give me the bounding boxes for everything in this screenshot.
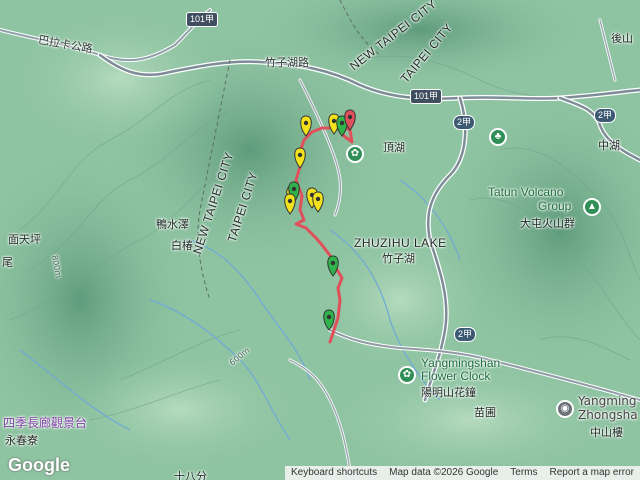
place-label-miantianping: 面天坪 [8, 233, 41, 246]
flag-marker-icon[interactable] [327, 255, 339, 277]
place-label-zhuzihu-lake-en: ZHUZIHU LAKE [354, 236, 447, 250]
poi-label-zhongshan-zh: 中山樓 [590, 426, 623, 439]
poi-label-tatun-en-2[interactable]: Group [538, 199, 571, 213]
road-label-zhuzihu: 竹子湖路 [265, 56, 309, 69]
place-label-yongchunliao: 永春寮 [5, 434, 38, 447]
marker-dot [326, 314, 332, 320]
map-data-attribution: Map data ©2026 Google [389, 467, 499, 478]
waypoint-marker-icon[interactable] [312, 191, 324, 213]
marker-dot [330, 260, 336, 266]
poi-label-zhongshan-en-1[interactable]: Yangming [578, 394, 637, 408]
poi-label-tatun-en-1[interactable]: Tatun Volcano [488, 185, 563, 199]
marker-dot [339, 120, 345, 126]
road-shield-2a-3: 2甲 [454, 327, 477, 342]
poi-label-flower-clock-zh: 陽明山花鐘 [421, 386, 476, 399]
markers-layer [284, 109, 356, 331]
map-footer: Keyboard shortcuts Map data ©2026 Google… [284, 466, 640, 480]
marker-dot [287, 198, 293, 204]
place-label-siji-pavilion[interactable]: 四季長廊觀景台 [3, 414, 87, 431]
marker-dot [331, 118, 337, 124]
road-shield-2a-2: 2甲 [594, 108, 617, 123]
road-shield-101a-mid: 101甲 [410, 89, 443, 104]
mountain-icon-tatun[interactable]: ▲ [583, 198, 601, 216]
keyboard-shortcuts-link[interactable]: Keyboard shortcuts [285, 466, 383, 480]
poi-label-tatun-zh: 大屯火山群 [520, 217, 575, 230]
terms-link[interactable]: Terms [504, 466, 543, 480]
place-label-miaopu: 苗圃 [474, 406, 496, 419]
landmark-icon-zhongshan[interactable]: ◉ [556, 400, 574, 418]
flag-marker-icon[interactable] [323, 309, 335, 331]
road-shield-2a-1: 2甲 [453, 115, 476, 130]
place-label-dinghu: 頂湖 [383, 141, 405, 154]
marker-dot [315, 196, 321, 202]
flower-icon-flower-clock[interactable]: ✿ [398, 366, 416, 384]
waypoint-marker-icon[interactable] [300, 115, 312, 137]
map-canvas[interactable]: 101甲 101甲 2甲 2甲 2甲 巴拉卡公路 竹子湖路 NEW TAIPEI… [0, 0, 640, 480]
poi-label-zhongshan-en-2[interactable]: Zhongsha [578, 408, 638, 422]
place-label-houshan: 後山 [611, 32, 633, 45]
place-label-yazize: 鴨水澤 [156, 218, 189, 231]
waypoint-marker-icon[interactable] [284, 193, 296, 215]
google-logo: Google [8, 455, 70, 475]
road-shield-101a-top: 101甲 [186, 12, 219, 27]
place-label-baizhui: 白椿 [171, 239, 193, 252]
place-label-zhuzihu-lake-zh: 竹子湖 [382, 252, 415, 265]
marker-dot [291, 186, 297, 192]
place-label-zhonghu: 中湖 [598, 139, 620, 152]
park-icon-tatun-small[interactable]: ♣ [489, 128, 507, 146]
place-label-shibafen: 十八分 [174, 470, 207, 480]
poi-label-flower-clock-en-2[interactable]: Flower Clock [421, 369, 490, 383]
flower-icon-zhuzihu[interactable]: ✿ [346, 145, 364, 163]
report-error-link[interactable]: Report a map error [544, 466, 640, 480]
place-label-wei: 尾 [2, 256, 13, 269]
waypoint-marker-icon[interactable] [294, 147, 306, 169]
poi-label-flower-clock-en-1[interactable]: Yangmingshan [421, 356, 500, 370]
marker-dot [347, 114, 353, 120]
marker-dot [303, 120, 309, 126]
marker-dot [297, 152, 303, 158]
